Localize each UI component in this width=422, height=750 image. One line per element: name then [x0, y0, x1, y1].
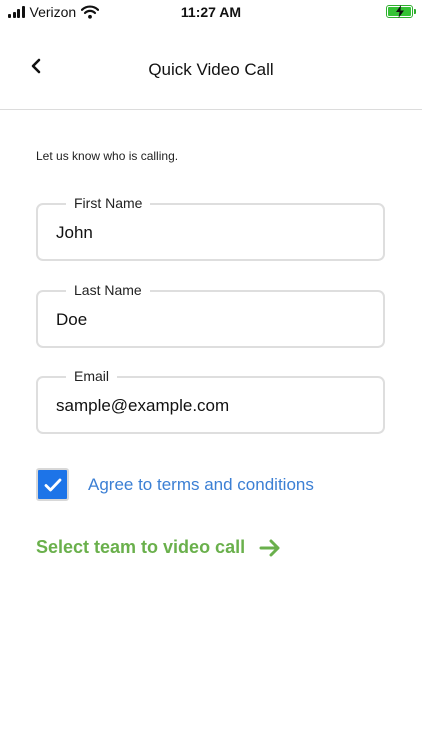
page-title: Quick Video Call: [148, 60, 274, 79]
intro-text: Let us know who is calling.: [36, 149, 179, 163]
terms-checkbox[interactable]: [36, 468, 69, 501]
checkmark-icon: [44, 478, 61, 491]
select-team-button[interactable]: Select team to video call: [36, 537, 281, 558]
select-team-label: Select team to video call: [36, 537, 246, 557]
email-input[interactable]: [56, 393, 371, 419]
first-name-input[interactable]: [56, 220, 371, 246]
last-name-field: Last Name: [36, 281, 385, 348]
last-name-label: Last Name: [66, 281, 150, 299]
first-name-label: First Name: [66, 194, 151, 212]
quick-video-call-screen: Verizon 11:27 AM Quick Video Call Let us…: [0, 0, 422, 750]
status-bar: Verizon 11:27 AM: [0, 0, 422, 24]
status-time: 11:27 AM: [180, 4, 242, 20]
battery-charging-icon: [386, 5, 416, 18]
arrow-right-icon: [259, 539, 280, 556]
email-label: Email: [66, 367, 118, 385]
terms-label[interactable]: Agree to terms and conditions: [88, 475, 314, 495]
terms-agreement[interactable]: Agree to terms and conditions: [36, 468, 314, 501]
nav-header: Quick Video Call: [0, 24, 422, 110]
first-name-field: First Name: [36, 194, 385, 261]
email-field: Email: [36, 367, 385, 434]
last-name-input[interactable]: [56, 307, 371, 333]
